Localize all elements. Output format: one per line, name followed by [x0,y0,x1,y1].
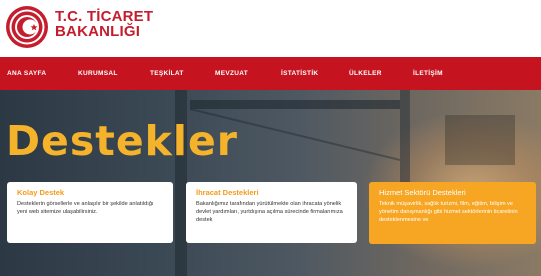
nav-item-istatistik[interactable]: İSTATİSTİK [281,57,318,90]
card-text: Teknik müşavirlik, sağlık turizmi, film,… [379,201,518,224]
card-kolay-destek[interactable]: Kolay Destek Desteklerin görsellerle ve … [7,182,173,243]
card-title: İhracat Destekleri [196,188,259,197]
ministry-logo-icon[interactable] [5,5,49,49]
card-text: Desteklerin görsellerle ve anlaşılır bir… [17,201,154,216]
nav-item-ulkeler[interactable]: ÜLKELER [349,57,382,90]
brand-name[interactable]: T.C. TİCARET BAKANLIĞI [55,9,153,39]
nav-item-ana-sayfa[interactable]: ANA SAYFA [7,57,46,90]
card-ihracat-destekleri[interactable]: İhracat Destekleri Bakanlığımız tarafınd… [186,182,357,243]
brand-line-1: T.C. TİCARET [55,8,154,25]
site-header: T.C. TİCARET BAKANLIĞI [0,0,541,57]
card-text: Bakanlığımız tarafından yürütülmekte ola… [196,201,343,224]
nav-item-teskilat[interactable]: TEŞKİLAT [150,57,184,90]
page-title: Destekler [6,117,238,165]
nav-item-kurumsal[interactable]: KURUMSAL [78,57,118,90]
nav-item-iletisim[interactable]: İLETİŞİM [413,57,443,90]
card-hizmet-sektoru-destekleri[interactable]: Hizmet Sektörü Destekleri Teknik müşavir… [369,182,536,244]
brand-line-2: BAKANLIĞI [55,23,141,40]
card-title: Kolay Destek [17,188,65,197]
hero-banner: Destekler Kolay Destek Desteklerin görse… [0,90,541,276]
card-title: Hizmet Sektörü Destekleri [379,188,466,197]
nav-item-mevzuat[interactable]: MEVZUAT [215,57,248,90]
main-navigation: ANA SAYFA KURUMSAL TEŞKİLAT MEVZUAT İSTA… [0,57,541,90]
